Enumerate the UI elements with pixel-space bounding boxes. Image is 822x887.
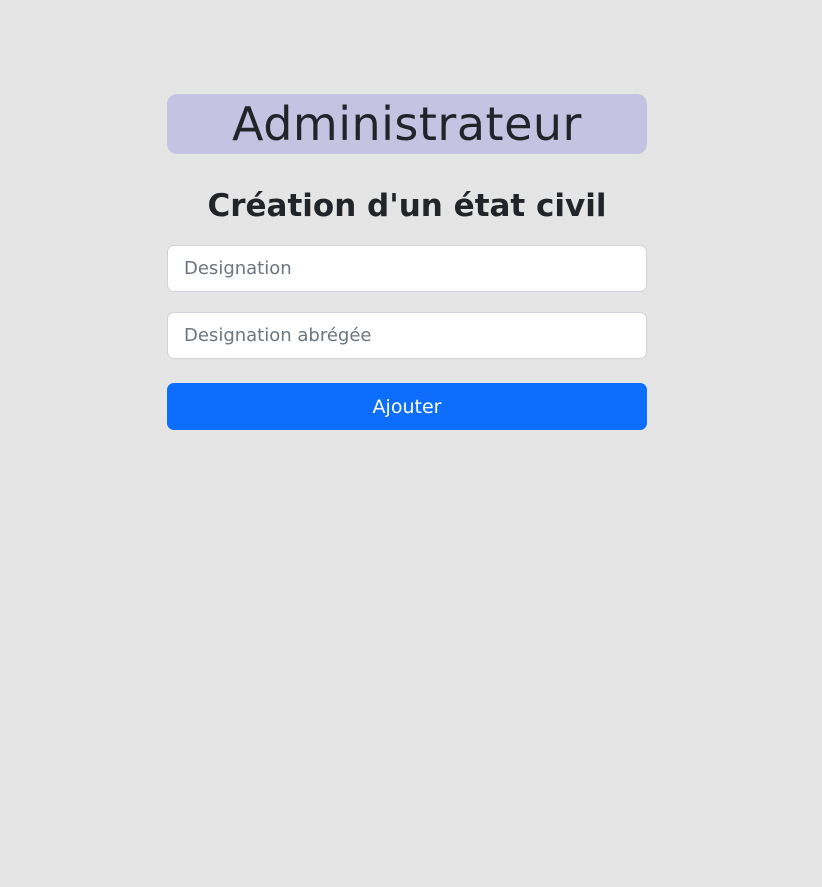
- civil-status-form: Création d'un état civil Ajouter: [167, 186, 647, 430]
- main-container: Administrateur Création d'un état civil …: [167, 94, 647, 430]
- designation-abbrev-input[interactable]: [167, 312, 647, 359]
- page-title: Création d'un état civil: [207, 188, 607, 224]
- designation-input[interactable]: [167, 245, 647, 292]
- role-title: Administrateur: [232, 97, 582, 151]
- add-button[interactable]: Ajouter: [167, 383, 647, 430]
- role-banner: Administrateur: [167, 94, 647, 154]
